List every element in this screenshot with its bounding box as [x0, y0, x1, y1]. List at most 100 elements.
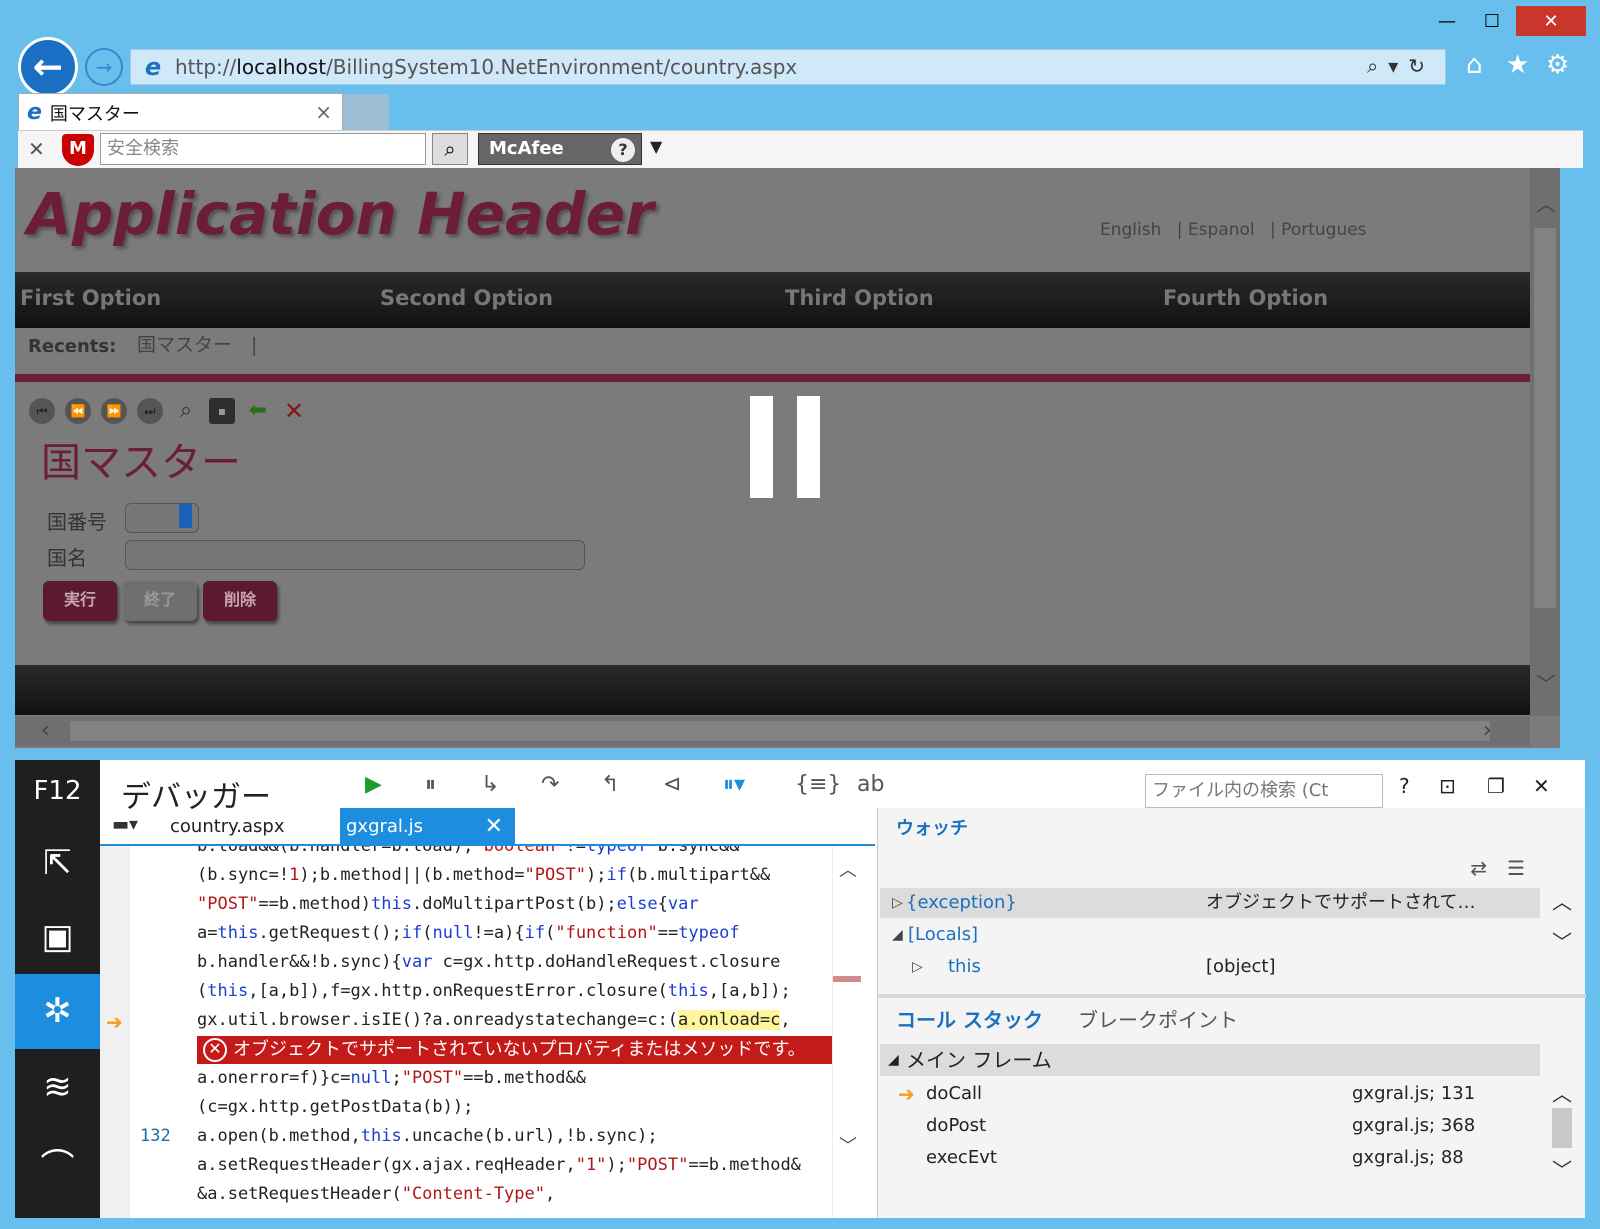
delete-button[interactable]: 削除	[203, 581, 277, 621]
next-record-icon[interactable]: ⏩	[101, 398, 127, 424]
scroll-down-icon[interactable]: ﹀	[1536, 668, 1556, 697]
console-icon[interactable]: ▣	[15, 900, 100, 975]
watch-scrollbar[interactable]: ︿ ﹀	[1548, 886, 1578, 986]
delete-watches-icon[interactable]: ☰	[1507, 856, 1545, 880]
word-wrap-icon[interactable]: ab	[857, 772, 884, 797]
previous-record-icon[interactable]: ⏪	[65, 398, 91, 424]
close-devtools-icon[interactable]: ✕	[1533, 774, 1550, 798]
pane-divider[interactable]	[878, 994, 1586, 998]
break-icon[interactable]: ⏸	[425, 772, 436, 797]
browser-tab[interactable]: e 国マスター ×	[18, 93, 343, 131]
folder-icon[interactable]: ▬▾	[112, 814, 138, 835]
callstack-frame[interactable]: doPost gxgral.js; 368	[926, 1110, 1546, 1142]
gear-icon[interactable]: ⚙	[1546, 50, 1569, 80]
menu-third-option[interactable]: Third Option	[785, 286, 934, 310]
callstack-tab[interactable]: コール スタック	[896, 1004, 1043, 1033]
safe-search-input[interactable]: 安全検索	[100, 133, 426, 165]
scroll-thumb[interactable]	[1534, 228, 1556, 608]
debugger-icon[interactable]: ✲	[15, 974, 100, 1049]
ui-responsiveness-icon[interactable]: ⌒	[15, 1130, 100, 1205]
scroll-right-icon[interactable]: ›	[1483, 718, 1492, 743]
execute-button[interactable]: 実行	[43, 581, 117, 621]
lang-espanol[interactable]: | Espanol	[1177, 220, 1255, 240]
collapse-icon[interactable]: ◢	[892, 920, 903, 950]
console-toggle-icon[interactable]: ⊡	[1439, 774, 1456, 798]
page-vertical-scrollbar[interactable]: ︿ ﹀	[1530, 168, 1560, 716]
step-over-icon[interactable]: ↷	[541, 772, 559, 797]
close-tab-icon[interactable]: ×	[315, 100, 332, 124]
close-toolbar-icon[interactable]: ✕	[28, 137, 45, 161]
network-icon[interactable]: ≋	[15, 1050, 100, 1125]
home-icon[interactable]: ⌂	[1466, 50, 1483, 80]
last-record-icon[interactable]: ⏭	[137, 398, 163, 424]
watch-row-exception[interactable]: ▷ {exception} オブジェクトでサポートされて…	[880, 888, 1540, 918]
delete-icon[interactable]: ✕	[281, 398, 307, 424]
watch-row-this[interactable]: ▷ this [object]	[880, 952, 1540, 982]
help-icon[interactable]: ?	[611, 138, 635, 162]
add-watch-icon[interactable]: ⇄	[1470, 856, 1507, 880]
undock-icon[interactable]: ❐	[1487, 774, 1505, 798]
scroll-up-icon[interactable]: ︿	[839, 856, 857, 882]
save-icon[interactable]: ▪	[209, 398, 235, 424]
close-window-button[interactable]: ✕	[1516, 6, 1586, 36]
file-search-input[interactable]: ファイル内の検索 (Ct	[1145, 774, 1383, 808]
new-tab-button[interactable]	[343, 94, 389, 130]
lang-portugues[interactable]: | Portugues	[1270, 220, 1367, 240]
step-out-icon[interactable]: ↰	[601, 772, 619, 797]
first-record-icon[interactable]: ⏮	[29, 398, 55, 424]
callstack-scrollbar[interactable]: ︿ ﹀	[1548, 1078, 1578, 1218]
maximize-button[interactable]: ☐	[1470, 6, 1514, 36]
forward-button[interactable]: →	[85, 48, 123, 86]
scroll-up-icon[interactable]: ︿	[1552, 886, 1572, 915]
search-icon[interactable]: ⌕	[173, 398, 199, 424]
step-into-icon[interactable]: ↳	[481, 772, 499, 797]
callstack-frame[interactable]: doCall gxgral.js; 131	[926, 1078, 1546, 1110]
exception-behavior-icon[interactable]: ⏸▾	[723, 772, 745, 797]
star-icon[interactable]: ★	[1506, 50, 1529, 80]
mcafee-button[interactable]: McAfee?	[478, 133, 642, 165]
tab-gxgral-js[interactable]: gxgral.js ✕	[340, 808, 515, 846]
scroll-thumb[interactable]	[70, 721, 1490, 741]
dom-explorer-icon[interactable]: ⇱	[15, 826, 100, 901]
scroll-up-icon[interactable]: ︿	[1552, 1078, 1572, 1107]
page-title: 国マスター	[41, 440, 241, 486]
scroll-thumb[interactable]	[1552, 1108, 1572, 1148]
scroll-up-icon[interactable]: ︿	[1536, 188, 1556, 217]
code-scrollbar[interactable]: ︿ ﹀	[832, 846, 862, 1218]
search-go-button[interactable]: ⌕	[432, 133, 468, 165]
code-editor[interactable]: b.load&&(b.handler=b.load),"boolean"!=ty…	[100, 846, 875, 1218]
minimize-button[interactable]: —	[1425, 6, 1469, 36]
country-number-input[interactable]: 0	[125, 503, 199, 533]
pretty-print-icon[interactable]: {≡}	[795, 772, 841, 797]
scroll-left-icon[interactable]: ‹	[41, 718, 50, 743]
expand-icon[interactable]: ▷	[912, 952, 923, 982]
expand-icon[interactable]: ▷	[892, 888, 903, 918]
scroll-down-icon[interactable]: ﹀	[1552, 926, 1572, 955]
breakpoints-tab[interactable]: ブレークポイント	[1078, 1004, 1238, 1033]
collapse-icon[interactable]: ◢	[888, 1044, 899, 1076]
country-name-input[interactable]	[125, 540, 585, 570]
menu-second-option[interactable]: Second Option	[380, 286, 553, 310]
menu-first-option[interactable]: First Option	[20, 286, 161, 310]
menu-fourth-option[interactable]: Fourth Option	[1163, 286, 1328, 310]
recent-item-link[interactable]: 国マスター |	[137, 330, 257, 357]
address-bar[interactable]: e http://localhost/BillingSystem10.NetEn…	[130, 49, 1446, 85]
continue-icon[interactable]: ▶	[365, 772, 382, 797]
end-button[interactable]: 終了	[123, 581, 197, 621]
back-button[interactable]: ←	[18, 37, 78, 97]
break-new-worker-icon[interactable]: ⊲	[663, 772, 681, 797]
scroll-down-icon[interactable]: ﹀	[839, 1132, 857, 1158]
callstack-frame[interactable]: execEvt gxgral.js; 88	[926, 1142, 1546, 1174]
main-frame-group[interactable]: ◢ メイン フレーム	[880, 1044, 1540, 1076]
back-arrow-icon[interactable]: ⬅	[245, 398, 271, 424]
lang-english[interactable]: English	[1100, 220, 1161, 240]
help-icon[interactable]: ?	[1399, 774, 1410, 798]
chevron-down-icon[interactable]: ▼	[650, 137, 662, 156]
close-tab-icon[interactable]: ✕	[485, 808, 503, 846]
address-tools[interactable]: ⌕▾↻	[1367, 54, 1435, 78]
scroll-down-icon[interactable]: ﹀	[1552, 1154, 1572, 1183]
page-horizontal-scrollbar[interactable]: ‹ ›	[15, 716, 1530, 746]
watch-row-locals[interactable]: ◢ [Locals]	[880, 920, 1540, 950]
watch-title[interactable]: ウォッチ	[896, 814, 968, 840]
tab-country-aspx[interactable]: country.aspx	[170, 816, 284, 837]
